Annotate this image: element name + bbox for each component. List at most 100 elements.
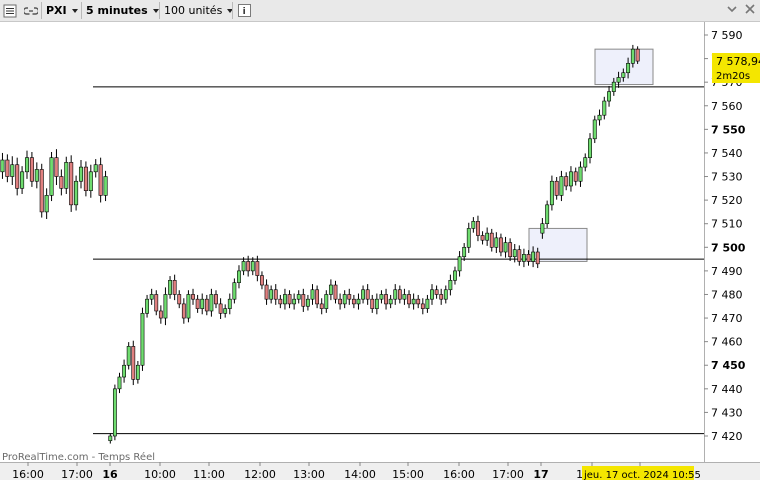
instrument-selector[interactable]: PXI [46,2,78,19]
units-selector[interactable]: 100 unités [164,2,234,19]
candle-body [98,164,103,196]
candle-body [186,294,191,319]
candle-body [347,294,352,300]
candle-body [531,251,536,262]
x-tick-label: 16 [102,468,118,480]
candle-body [78,166,84,182]
candle-body [578,166,583,182]
candle-body [49,157,54,196]
instrument-label: PXI [46,4,67,17]
candle-body [526,254,531,262]
candle-body [319,303,324,309]
info-glyph: i [242,7,245,17]
candle-body [39,169,44,213]
x-tick-label: 13:00 [293,468,325,480]
candle-body [287,294,292,305]
candle-body [54,157,59,177]
candle-body [462,246,467,258]
candle-body [342,294,347,305]
candle-body [351,298,356,305]
candle-body [191,294,195,300]
candle-body [494,237,499,248]
candle-body [292,298,297,305]
candle-body [588,138,592,158]
candle-body [163,294,168,319]
candle-body [448,280,453,291]
candle-body [204,298,209,312]
candle-body [315,289,320,305]
date-tag-text: jeu. 17 oct. 2024 10:55 [583,470,701,480]
candle-body [195,298,200,309]
x-tick-label: 10:00 [144,468,176,480]
y-tick-label: 7 520 [711,194,743,207]
candle-body [611,81,616,92]
candle-body [149,294,154,300]
timeframe-label: 5 minutes [86,4,148,17]
candle-body [324,294,329,309]
candle-body [24,157,30,173]
candle-body [250,261,255,272]
x-tick-label: 14:00 [344,468,376,480]
y-tick-label: 7 460 [711,336,743,349]
watermark: ProRealTime.com - Temps Réel [2,451,155,463]
candle [186,290,191,323]
candle-body [411,298,416,305]
candle-body [630,48,635,64]
candle-body [434,289,439,295]
candle [39,163,44,218]
candle-body [10,164,15,177]
toolbar-separator [41,2,42,19]
last-price-value: 7 578,94 [716,55,760,68]
price-chart[interactable]: 7 420 7 430 7 440 7 450 7 460 7 470 7 480 7 490… [0,0,760,480]
chevron-down-icon [152,8,159,13]
collapse-icon[interactable] [726,3,738,15]
toolbar: PXI 5 minutes 100 unités i [0,0,760,22]
candle-body [379,294,384,300]
candle [635,46,640,64]
candle-body [402,294,407,300]
zone-box[interactable] [594,48,654,86]
candle-body [361,289,365,300]
candle-body [223,308,228,314]
candle-body [499,237,503,253]
candle [131,340,136,386]
y-tick-label: 7 420 [711,430,743,443]
candle-body [457,256,462,272]
candle-body [592,119,597,140]
candle-body [122,364,126,378]
candle-body [535,251,540,265]
candle-body [635,48,640,62]
info-icon[interactable]: i [236,2,252,19]
candle-body [568,171,573,187]
menu-icon[interactable] [2,2,18,19]
candle-body [218,303,223,314]
candle-body [602,100,607,116]
candle-body [384,294,388,305]
candle-body [241,261,246,272]
candle-body [365,289,370,300]
candle-body [237,270,241,283]
timeframe-selector[interactable]: 5 minutes [86,2,159,19]
close-icon[interactable] [744,3,756,15]
candle-body [356,298,361,305]
bar-timer: 2m20s [716,71,750,82]
candle-body [29,157,34,182]
candle-body [540,223,545,234]
candle-body [273,289,278,300]
y-tick-label: 7 530 [711,171,743,184]
candle-body [0,159,5,173]
candle-body [573,171,578,182]
candle-body [140,313,145,366]
chevron-down-icon [71,8,78,13]
candle-body [508,242,513,258]
candle-body [172,280,177,295]
x-tick-label: 15:00 [392,468,424,480]
candle-body [5,159,10,177]
candle-body [328,284,333,295]
link-icon[interactable] [23,2,39,19]
candle-body [44,195,49,213]
candle-body [69,162,74,206]
candle-body [214,294,218,305]
toolbar-separator [81,2,82,19]
x-tick-label: 17 [533,468,548,480]
